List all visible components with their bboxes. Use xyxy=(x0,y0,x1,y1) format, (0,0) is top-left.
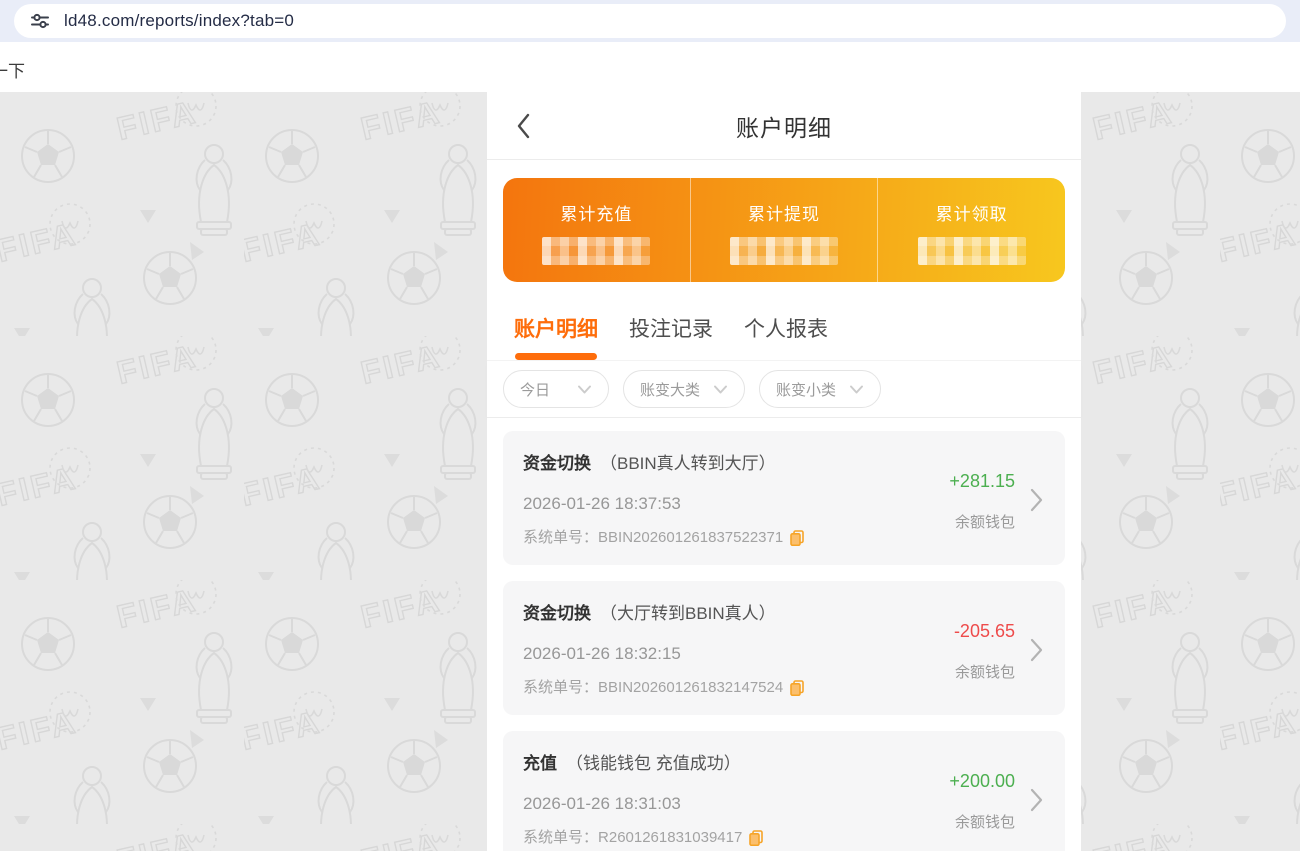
filter-label: 账变小类 xyxy=(776,381,837,399)
filter-dropdown[interactable]: 账变小类 xyxy=(759,370,882,408)
summary-card: 累计充值 累计提现 累计领取 xyxy=(503,178,1065,282)
transaction-datetime: 2026-01-26 18:37:53 xyxy=(523,494,681,513)
copy-button[interactable] xyxy=(790,680,804,696)
app-panel: 账户明细 累计充值 累计提现 累计领取 账户明细 投注记录 个人报表 今日 账变… xyxy=(487,92,1081,851)
transaction-note: （BBIN真人转到大厅） xyxy=(600,454,776,473)
chevron-right-icon[interactable] xyxy=(1028,487,1045,513)
tab-bar: 账户明细 投注记录 个人报表 xyxy=(487,282,1081,361)
filter-dropdown[interactable]: 账变大类 xyxy=(623,370,746,408)
transaction-type: 充值 xyxy=(523,754,557,773)
wallet-label: 余额钱包 xyxy=(954,513,1015,531)
active-tab-indicator xyxy=(745,353,827,360)
page-title: 账户明细 xyxy=(736,114,832,141)
transaction-datetime: 2026-01-26 18:32:15 xyxy=(523,644,681,663)
masked-value xyxy=(730,237,838,265)
summary-item: 累计提现 xyxy=(689,178,878,282)
tune-icon xyxy=(31,13,49,29)
transaction-datetime: 2026-01-26 18:31:03 xyxy=(523,794,681,813)
order-number: BBIN202601261832147524 xyxy=(598,679,784,696)
summary-item: 累计充值 xyxy=(503,178,690,282)
chevron-left-icon xyxy=(517,113,530,138)
url-text[interactable]: ld48.com/reports/index?tab=0 xyxy=(64,11,294,31)
site-settings-button[interactable] xyxy=(26,7,54,35)
order-number-label: 系统单号： xyxy=(523,679,599,696)
chevron-right-icon[interactable] xyxy=(1028,637,1045,663)
wallet-label: 余额钱包 xyxy=(954,663,1015,681)
order-number: BBIN202601261837522371 xyxy=(598,529,784,546)
copy-button[interactable] xyxy=(749,830,764,846)
transaction-row[interactable]: 充值 （钱能钱包 充值成功） 2026-01-26 18:31:03 系统单号： R… xyxy=(503,731,1065,851)
masked-value xyxy=(542,237,651,265)
tab-0[interactable]: 账户明细 xyxy=(514,316,598,360)
transaction-note: （钱能钱包 充值成功） xyxy=(566,754,741,773)
transaction-type: 资金切换 xyxy=(523,604,591,623)
summary-label: 累计提现 xyxy=(748,205,820,224)
app-header: 账户明细 xyxy=(487,92,1081,160)
summary-item: 累计领取 xyxy=(877,178,1065,282)
chevron-right-icon[interactable] xyxy=(1028,787,1045,813)
page-background: FIFA FIFA xyxy=(0,92,1300,851)
copy-icon xyxy=(790,680,804,696)
filter-label: 今日 xyxy=(520,381,551,399)
filter-bar: 今日 账变大类 账变小类 xyxy=(487,361,1081,418)
transaction-amount: +281.15 xyxy=(949,470,1015,491)
chevron-down-icon xyxy=(850,385,864,393)
copy-icon xyxy=(790,530,804,546)
copy-icon xyxy=(749,830,764,846)
wallet-label: 余额钱包 xyxy=(954,813,1015,831)
chevron-down-icon xyxy=(578,385,592,393)
filter-label: 账变大类 xyxy=(640,381,701,399)
copy-button[interactable] xyxy=(790,530,804,546)
transaction-note: （大厅转到BBIN真人） xyxy=(600,604,776,623)
summary-label: 累计充值 xyxy=(560,205,633,224)
transaction-amount: +200.00 xyxy=(949,770,1015,791)
transaction-type: 资金切换 xyxy=(523,454,591,473)
transaction-amount: -205.65 xyxy=(953,620,1015,641)
tab-1[interactable]: 投注记录 xyxy=(629,316,713,360)
address-bar[interactable]: ld48.com/reports/index?tab=0 xyxy=(14,4,1286,38)
summary-label: 累计领取 xyxy=(935,205,1008,224)
clipped-text: 一下 xyxy=(0,62,25,81)
active-tab-indicator xyxy=(515,353,597,360)
back-button[interactable] xyxy=(511,108,537,144)
order-number: R2601261831039417 xyxy=(598,829,743,846)
masked-value xyxy=(917,237,1026,265)
filter-dropdown[interactable]: 今日 xyxy=(503,370,610,408)
transaction-list: 资金切换 （BBIN真人转到大厅） 2026-01-26 18:37:53 系统单… xyxy=(487,418,1081,851)
tab-2[interactable]: 个人报表 xyxy=(744,316,828,360)
order-number-label: 系统单号： xyxy=(523,529,599,546)
order-number-label: 系统单号： xyxy=(523,829,599,846)
transaction-row[interactable]: 资金切换 （大厅转到BBIN真人） 2026-01-26 18:32:15 系统单… xyxy=(503,581,1065,715)
browser-toolbar: ld48.com/reports/index?tab=0 xyxy=(0,0,1300,42)
active-tab-indicator xyxy=(630,353,712,360)
chevron-down-icon xyxy=(714,385,728,393)
transaction-row[interactable]: 资金切换 （BBIN真人转到大厅） 2026-01-26 18:37:53 系统单… xyxy=(503,431,1065,565)
page-top-strip: 一下 xyxy=(0,42,1300,92)
